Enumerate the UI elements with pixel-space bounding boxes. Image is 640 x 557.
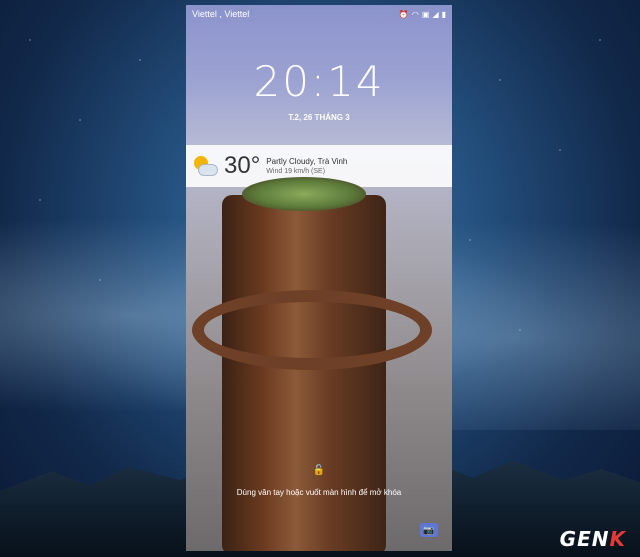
status-bar: Viettel , Viettel ⏰ ◠ ▣ ◢ ▮ <box>186 5 452 23</box>
phone-lockscreen: Viettel , Viettel ⏰ ◠ ▣ ◢ ▮ 20:14 T.2, 2… <box>186 5 452 551</box>
partly-cloudy-icon <box>192 153 218 179</box>
status-icons: ⏰ ◠ ▣ ◢ ▮ <box>399 10 446 19</box>
carrier-label: Viettel , Viettel <box>192 9 250 19</box>
weather-wind: Wind 19 km/h (SE) <box>266 168 326 175</box>
lock-icon: 🔓 <box>312 465 326 476</box>
sim-icon: ▣ <box>421 9 430 19</box>
lockscreen-clock: 20:14 <box>253 57 385 106</box>
unlock-area[interactable]: 🔓 Dùng vân tay hoặc vuốt màn hình để mở … <box>186 465 452 500</box>
signal-icon: ◢ <box>432 9 439 19</box>
battery-icon: ▮ <box>441 9 446 19</box>
unlock-hint: Dùng vân tay hoặc vuốt màn hình để mở kh… <box>236 488 402 497</box>
weather-condition-location: Partly Cloudy, Trà Vinh <box>266 157 348 166</box>
camera-shortcut-icon[interactable]: 📷 <box>420 523 438 537</box>
lockscreen-date: T.2, 26 THÁNG 3 <box>288 113 350 122</box>
wifi-icon: ◠ <box>411 9 419 19</box>
weather-temperature: 30° <box>224 152 261 179</box>
genk-watermark-logo: GENK <box>559 527 626 551</box>
alarm-icon: ⏰ <box>398 9 409 19</box>
